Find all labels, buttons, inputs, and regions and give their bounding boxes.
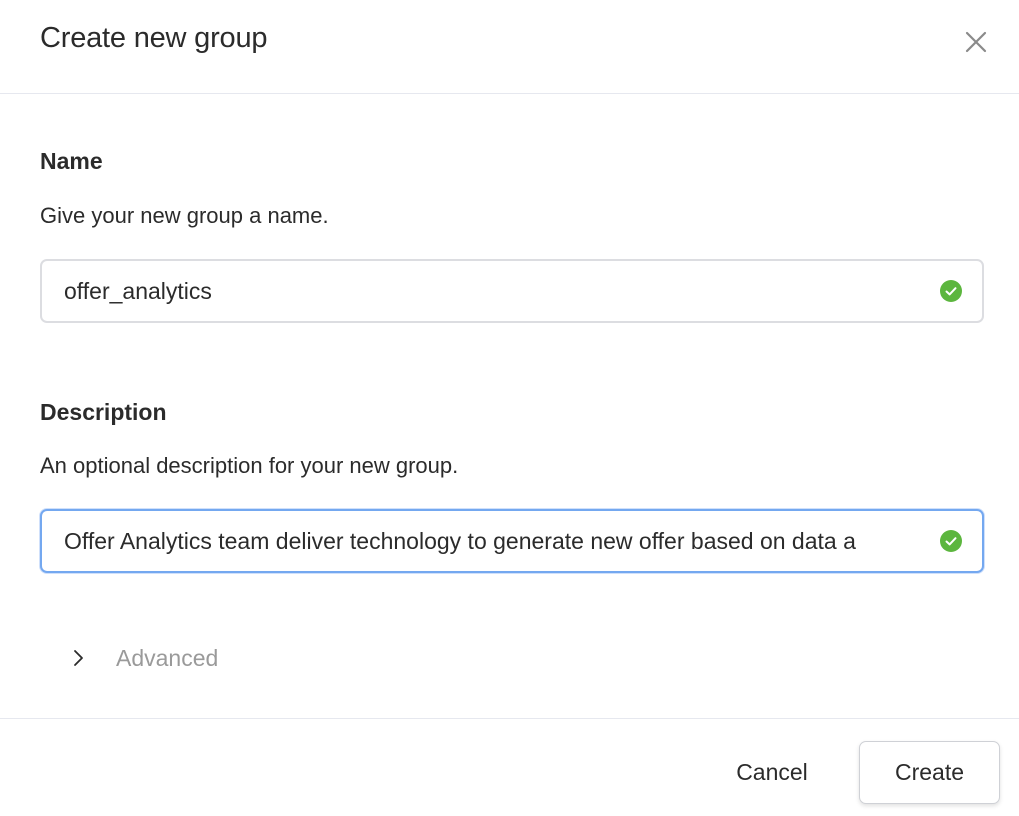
name-help-text: Give your new group a name. xyxy=(40,203,329,228)
dialog-header: Create new group xyxy=(0,0,1019,94)
close-button[interactable] xyxy=(960,26,992,58)
description-label: Description xyxy=(40,399,167,425)
description-field[interactable] xyxy=(40,509,984,573)
name-input[interactable] xyxy=(64,261,934,321)
description-help-text: An optional description for your new gro… xyxy=(40,453,459,478)
name-field[interactable] xyxy=(40,259,984,323)
create-button[interactable]: Create xyxy=(859,741,1000,804)
description-input[interactable] xyxy=(64,511,934,571)
close-icon xyxy=(965,31,987,53)
dialog-footer: Cancel Create xyxy=(0,718,1019,816)
cancel-button[interactable]: Cancel xyxy=(712,741,832,803)
advanced-toggle[interactable]: Advanced xyxy=(68,638,218,678)
advanced-label: Advanced xyxy=(116,644,219,671)
name-label: Name xyxy=(40,148,103,174)
chevron-right-icon xyxy=(74,650,83,666)
create-group-dialog: Create new group Name Give your new grou… xyxy=(0,0,1019,816)
check-circle-icon xyxy=(940,530,962,552)
check-circle-icon xyxy=(940,280,962,302)
dialog-title: Create new group xyxy=(40,22,268,54)
